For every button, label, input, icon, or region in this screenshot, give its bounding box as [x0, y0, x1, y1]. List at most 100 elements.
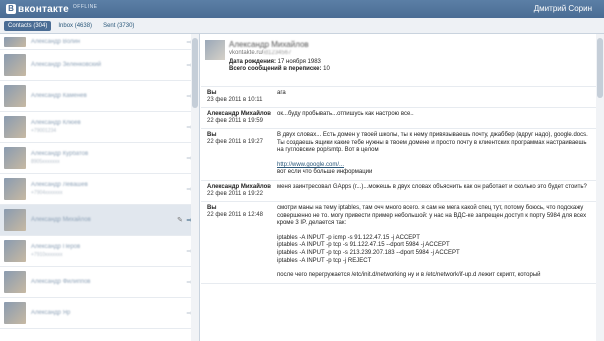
contact-avatar[interactable]	[4, 209, 26, 231]
contacts-list: Александр Волин ⇒ Александр Зеленковский ⇒ А…	[0, 34, 200, 341]
message-date: 23 фев 2011 в 10:11	[207, 97, 263, 103]
contact-info: Александр Каменев	[31, 93, 87, 99]
contact-info: Александр Яр	[31, 310, 70, 316]
birthdate-label: Дата рождения:	[229, 59, 277, 65]
contact-info: Александр Зеленковский	[31, 62, 101, 68]
contact-phone: +7910xxxxxxx	[31, 252, 63, 258]
profile-link[interactable]: vkontakte.ru/id1234567	[229, 50, 596, 56]
message-line: ок...буду пробывать...отпишусь как настр…	[277, 111, 414, 117]
message-meta: Вы 22 фев 2011 в 19:27	[207, 132, 277, 177]
message-line: смотри маны на тему iptables, там очч мн…	[277, 204, 587, 227]
contact-avatar[interactable]	[4, 240, 26, 262]
message-row: Вы 22 фев 2011 в 19:27 В двух словах... Ес…	[201, 129, 596, 181]
message-meta: Вы 23 фев 2011 в 10:11	[207, 90, 277, 104]
message-meta: Вы 22 фев 2011 в 12:48	[207, 205, 277, 280]
tab-inbox[interactable]: Inbox (4638)	[54, 21, 96, 31]
message-line: после чего перегружается /etc/init.d/net…	[277, 272, 541, 279]
contact-avatar[interactable]	[4, 178, 26, 200]
contact-row[interactable]: Александр Клюев +79001234 ⇒	[0, 112, 199, 143]
contact-row[interactable]: Александр Филиппов ⇒	[0, 267, 199, 298]
conversation-profile: Александр Михайлов vkontakte.ru/id123456…	[201, 34, 596, 87]
contact-row[interactable]: Александр Михайлов ✎ ⇒	[0, 205, 199, 236]
tab-sent[interactable]: Sent (3730)	[99, 21, 138, 31]
contact-phone: +79001234	[31, 128, 57, 134]
contact-name[interactable]: Александр Перов	[31, 244, 80, 250]
profile-avatar[interactable]	[205, 40, 225, 60]
message-line: В двух словах... Есть домен у твоей школ…	[277, 132, 588, 138]
contact-row[interactable]: Александр Левашев +7904xxxxxxx ⇒	[0, 174, 199, 205]
contact-row[interactable]: Александр Яр ⇒	[0, 298, 199, 329]
contact-row[interactable]: Александр Волин ⇒	[0, 34, 199, 50]
message-line: iptables -A INPUT -p tcp -j REJECT	[277, 257, 372, 264]
message-count-label: Всего сообщений в переписке:	[229, 66, 322, 72]
message-row: Вы 22 фев 2011 в 12:48 смотри маны на тему…	[201, 202, 596, 284]
contacts-scrollbar[interactable]	[191, 34, 199, 341]
profile-message-count: Всего сообщений в переписке: 10	[229, 66, 596, 72]
pencil-icon[interactable]: ✎	[177, 216, 183, 224]
contact-avatar[interactable]	[4, 36, 26, 47]
contact-info: Александр Клюев +79001234	[31, 120, 81, 134]
contact-avatar[interactable]	[4, 116, 26, 138]
message-text: В двух словах... Есть домен у твоей школ…	[277, 132, 596, 177]
message-list: Вы 23 фев 2011 в 10:11 ага Александр Михайл…	[201, 87, 596, 284]
contact-avatar[interactable]	[4, 54, 26, 76]
message-meta: Александр Михайлов 22 фев 2011 в 19:59	[207, 111, 277, 125]
message-author: Вы	[207, 90, 217, 96]
message-date: 22 фев 2011 в 19:27	[207, 139, 263, 145]
message-line: iptables -A INPUT -p tcp -s 91.122.47.15…	[277, 242, 450, 249]
contacts-scrollbar-thumb[interactable]	[192, 38, 198, 108]
contact-info: Александр Левашев +7904xxxxxxx	[31, 182, 88, 196]
message-line: ага	[277, 90, 286, 96]
message-author: Вы	[207, 204, 217, 211]
profile-birthdate: Дата рождения: 17 ноября 1983	[229, 59, 596, 65]
contact-info: Александр Михайлов	[31, 217, 91, 223]
conversation-scrollbar-thumb[interactable]	[597, 38, 603, 98]
contact-row[interactable]: Александр Курбатов 8905xxxxxxx ⇒	[0, 143, 199, 174]
profile-link-id: id1234567	[263, 50, 292, 56]
contact-avatar[interactable]	[4, 147, 26, 169]
vk-logo-icon: В	[6, 4, 16, 14]
message-author: Александр Михайлов	[207, 183, 271, 190]
message-line: iptables -A INPUT -p icmp -s 91.122.47.1…	[277, 234, 420, 241]
contact-row[interactable]: Александр Зеленковский ⇒	[0, 50, 199, 81]
message-line: http://www.google.com/...	[277, 162, 588, 170]
contact-name[interactable]: Александр Яр	[31, 310, 70, 316]
profile-name[interactable]: Александр Михайлов	[229, 40, 596, 49]
contact-name[interactable]: Александр Михайлов	[31, 217, 91, 223]
contact-name[interactable]: Александр Каменев	[31, 93, 87, 99]
contact-avatar[interactable]	[4, 271, 26, 293]
contact-row[interactable]: Александр Каменев ⇒	[0, 81, 199, 112]
contact-name[interactable]: Александр Левашев	[31, 182, 88, 188]
contact-info: Александр Перов +7910xxxxxxx	[31, 244, 80, 258]
message-meta: Александр Михайлов 22 фев 2011 в 19:22	[207, 184, 277, 198]
message-author: Вы	[207, 132, 217, 138]
vk-logo-text: вконтакте	[18, 3, 69, 15]
contact-row[interactable]: Александр Перов +7910xxxxxxx ⇒	[0, 236, 199, 267]
contact-name[interactable]: Александр Клюев	[31, 120, 81, 126]
contact-info: Александр Курбатов 8905xxxxxxx	[31, 151, 88, 165]
contact-info: Александр Волин	[31, 39, 80, 45]
contact-phone: 8905xxxxxxx	[31, 159, 60, 165]
message-line: меня заинтресовал GApps (г...)...можешь …	[277, 183, 587, 190]
message-date: 22 фев 2011 в 19:22	[207, 190, 263, 197]
contact-name[interactable]: Александр Зеленковский	[31, 62, 101, 68]
message-row: Александр Михайлов 22 фев 2011 в 19:59 ок.…	[201, 108, 596, 129]
vk-logo[interactable]: В вконтакте OFFLINE	[6, 4, 98, 15]
message-line: Ты создаешь ящики какие тебе нужны в тво…	[277, 139, 587, 154]
contact-avatar[interactable]	[4, 85, 26, 107]
message-link[interactable]: http://www.google.com/...	[277, 162, 344, 168]
message-text: ок...буду пробывать...отпишусь как настр…	[277, 111, 596, 125]
contact-avatar[interactable]	[4, 302, 26, 324]
contact-name[interactable]: Александр Филиппов	[31, 279, 90, 285]
message-text: смотри маны на тему iptables, там очч мн…	[277, 205, 596, 280]
message-author: Александр Михайлов	[207, 111, 271, 117]
conversation-pane: Александр Михайлов vkontakte.ru/id123456…	[201, 34, 596, 341]
birthdate-value: 17 ноября 1983	[276, 59, 321, 65]
contact-name[interactable]: Александр Курбатов	[31, 151, 88, 157]
current-user-name[interactable]: Дмитрий Сорин	[534, 4, 592, 13]
conversation-scrollbar[interactable]	[596, 34, 604, 341]
contact-name[interactable]: Александр Волин	[31, 39, 80, 45]
tab-contacts[interactable]: Contacts (304)	[4, 20, 52, 31]
